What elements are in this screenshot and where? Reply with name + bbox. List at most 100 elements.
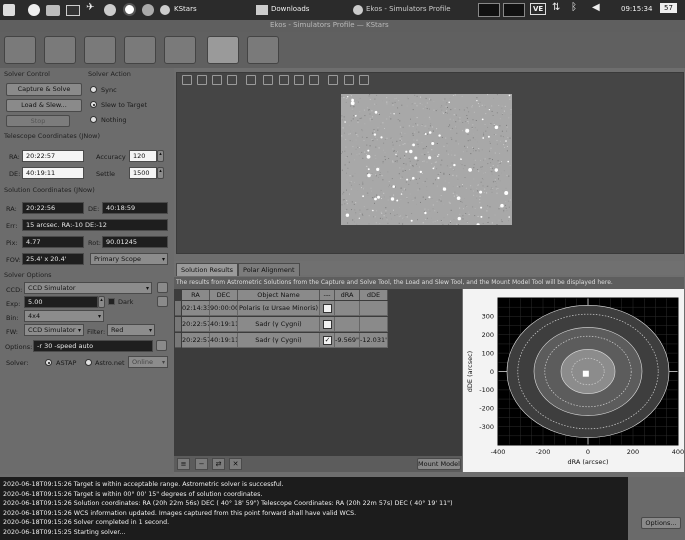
- noise-pixel: [382, 162, 384, 164]
- stars-icon[interactable]: [328, 75, 338, 85]
- crosshair-icon[interactable]: [263, 75, 273, 85]
- bluetooth-icon[interactable]: ᛒ: [571, 2, 585, 16]
- star-field-image[interactable]: [341, 94, 512, 225]
- accuracy-stepper-icon[interactable]: ▴: [157, 150, 164, 162]
- ekos-task-label[interactable]: Ekos - Simulators Profile: [366, 5, 451, 13]
- column-header-dra[interactable]: dRA: [335, 290, 360, 300]
- grid-icon[interactable]: [279, 75, 289, 85]
- objects-icon[interactable]: [309, 75, 319, 85]
- zoom-in-icon[interactable]: [182, 75, 192, 85]
- column-header-marker[interactable]: ---: [320, 290, 335, 300]
- files-icon[interactable]: [46, 5, 60, 16]
- list-icon[interactable]: ≡: [177, 458, 190, 470]
- unchecked-checkbox-icon[interactable]: [323, 304, 332, 313]
- stretch-icon[interactable]: [246, 75, 256, 85]
- dark-settings-icon[interactable]: [157, 296, 168, 307]
- ccd-select[interactable]: CCD Simulator ▾: [24, 282, 152, 294]
- export-icon[interactable]: ⇄: [212, 458, 225, 470]
- noise-pixel: [465, 213, 467, 215]
- column-header-object-name[interactable]: Object Name: [238, 290, 320, 300]
- stop-button[interactable]: Stop: [6, 115, 70, 127]
- nothing-radio[interactable]: [90, 116, 97, 123]
- terminal-icon[interactable]: [66, 5, 80, 16]
- noise-pixel: [437, 174, 439, 175]
- volume-icon[interactable]: ◀: [592, 2, 606, 16]
- tab-solution-results[interactable]: Solution Results: [176, 263, 239, 276]
- module-mount-icon[interactable]: [164, 36, 196, 64]
- zoom-default-icon[interactable]: [212, 75, 222, 85]
- row-handle[interactable]: [175, 317, 181, 332]
- module-focus-icon[interactable]: [124, 36, 156, 64]
- solver-type-select[interactable]: Online ▾: [128, 356, 168, 368]
- remove-row-icon[interactable]: −: [195, 458, 208, 470]
- noise-pixel: [385, 207, 387, 209]
- options-button[interactable]: Options...: [641, 517, 681, 529]
- network-icon[interactable]: ⇅: [552, 2, 566, 16]
- ccd-settings-icon[interactable]: [157, 282, 168, 293]
- column-header-dec[interactable]: DEC: [210, 290, 238, 300]
- clock[interactable]: 09:15:34: [621, 5, 652, 13]
- slew-to-target-radio[interactable]: [90, 101, 97, 108]
- filter-wheel-select[interactable]: CCD Simulator ▾: [24, 324, 84, 336]
- satellite-icon[interactable]: ✈: [86, 2, 100, 16]
- noise-pixel: [456, 185, 458, 187]
- sync-radio[interactable]: [90, 86, 97, 93]
- settings-gear-icon[interactable]: [142, 4, 154, 16]
- noise-pixel: [392, 160, 394, 162]
- downloads-task-label[interactable]: Downloads: [271, 5, 309, 13]
- edit-options-icon[interactable]: [156, 340, 167, 351]
- noise-pixel: [426, 217, 428, 219]
- eq-grid-icon[interactable]: [294, 75, 304, 85]
- browser-icon[interactable]: [28, 4, 40, 16]
- capture-solve-button[interactable]: Capture & Solve: [6, 83, 82, 96]
- solution-point[interactable]: [582, 370, 589, 377]
- exposure-spinbox[interactable]: 5.00: [24, 296, 98, 308]
- settle-stepper-icon[interactable]: ▴: [157, 167, 164, 179]
- globe-icon[interactable]: [104, 4, 116, 16]
- row-handle[interactable]: [175, 333, 181, 348]
- column-header-dde[interactable]: dDE: [360, 290, 388, 300]
- kstars-icon[interactable]: [123, 3, 136, 16]
- noise-pixel: [400, 176, 401, 178]
- drift-plot-panel[interactable]: -400 -200 0 200 400 -300 -200 -100 0 100 200 300 dRA…: [463, 289, 684, 472]
- zoom-fit-icon[interactable]: [227, 75, 237, 85]
- unchecked-checkbox-icon[interactable]: [323, 320, 332, 329]
- mount-model-button[interactable]: Mount Model: [417, 458, 461, 470]
- module-capture-icon[interactable]: [84, 36, 116, 64]
- module-align-icon[interactable]: [207, 36, 239, 64]
- noise-pixel: [459, 109, 461, 111]
- zoom-out-icon[interactable]: [197, 75, 207, 85]
- hips-icon[interactable]: [344, 75, 354, 85]
- row-handle[interactable]: [175, 301, 181, 316]
- kstars-task-label[interactable]: KStars: [174, 5, 197, 13]
- module-scheduler-icon[interactable]: [44, 36, 76, 64]
- noise-pixel: [488, 158, 490, 160]
- star: [438, 154, 440, 156]
- target-icon[interactable]: [359, 75, 369, 85]
- accuracy-spinbox[interactable]: 120: [129, 150, 157, 162]
- astap-radio[interactable]: [45, 359, 52, 366]
- checked-checkbox-icon[interactable]: ✓: [323, 336, 332, 345]
- noise-pixel: [380, 176, 382, 178]
- dark-checkbox[interactable]: [108, 298, 115, 305]
- noise-pixel: [343, 116, 345, 118]
- module-guide-icon[interactable]: [247, 36, 279, 64]
- astrometry-net-radio[interactable]: [85, 359, 92, 366]
- clear-icon[interactable]: ✕: [229, 458, 242, 470]
- noise-pixel: [487, 205, 489, 207]
- noise-pixel: [456, 194, 458, 196]
- load-slew-button[interactable]: Load & Slew...: [6, 99, 82, 112]
- drift-plot[interactable]: -400 -200 0 200 400 -300 -200 -100 0 100 200 300 dRA…: [463, 289, 684, 472]
- module-setup-icon[interactable]: [4, 36, 36, 64]
- system-taskbar: ✈ KStars Downloads Ekos - Simulators Pro…: [0, 0, 685, 20]
- solver-options-field[interactable]: -r 30 -speed auto: [33, 340, 153, 352]
- scope-select[interactable]: Primary Scope ▾: [90, 253, 168, 265]
- settle-spinbox[interactable]: 1500: [129, 167, 157, 179]
- ve-indicator[interactable]: VE: [530, 3, 547, 15]
- tab-polar-alignment[interactable]: Polar Alignment: [238, 263, 300, 276]
- exposure-stepper-icon[interactable]: ▴: [98, 296, 105, 308]
- app-menu-icon[interactable]: [3, 4, 15, 16]
- column-header-ra[interactable]: RA: [182, 290, 210, 300]
- bin-select[interactable]: 4x4 ▾: [24, 310, 104, 322]
- filter-select[interactable]: Red ▾: [107, 324, 155, 336]
